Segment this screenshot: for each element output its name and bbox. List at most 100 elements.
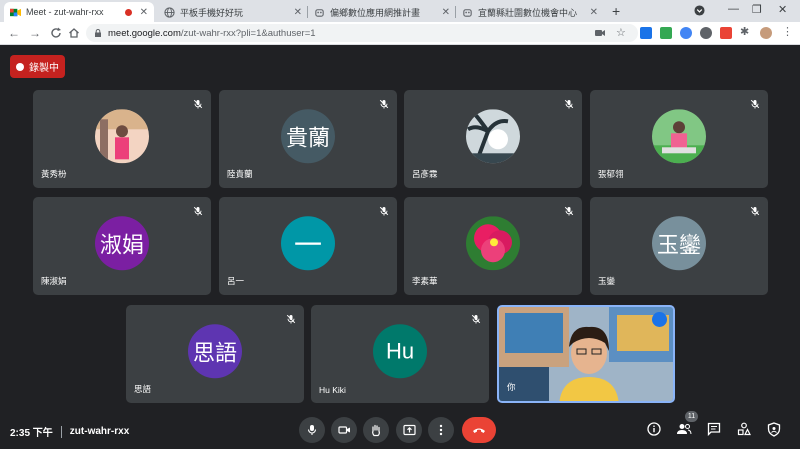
participant-avatar: [466, 216, 520, 271]
tab-title: 平板手機好好玩: [180, 7, 244, 18]
avatar-initials: 一: [293, 229, 322, 261]
avatar-initials: 玉鑾: [656, 232, 701, 258]
extension-2-icon[interactable]: [660, 27, 672, 39]
recording-label: 錄製中: [29, 63, 59, 74]
address-bar[interactable]: meet.google.com/zut-wahr-rxx?pli=1&authu…: [86, 24, 638, 42]
close-tab-icon[interactable]: ✕: [294, 7, 302, 18]
speaking-indicator-icon: [652, 312, 667, 327]
home-icon[interactable]: [68, 27, 80, 39]
participant-name: 張郁翎: [598, 169, 624, 179]
bookmark-star-icon[interactable]: ☆: [616, 26, 628, 39]
participant-tile[interactable]: 一呂一: [219, 197, 397, 295]
camera-button[interactable]: [331, 417, 357, 443]
more-options-button[interactable]: [428, 417, 454, 443]
browser-menu-icon[interactable]: ⋮: [782, 25, 794, 38]
participant-avatar: [95, 109, 149, 164]
leave-call-button[interactable]: [462, 417, 496, 443]
mic-button[interactable]: [299, 417, 325, 443]
tab-4[interactable]: 宜蘭縣壯圍數位機會中心 ✕: [456, 2, 604, 22]
camera-in-use-icon[interactable]: [594, 27, 606, 39]
minimize-icon[interactable]: —: [728, 3, 739, 15]
chat-icon[interactable]: [706, 421, 722, 437]
avatar-initials: 思語: [192, 340, 237, 366]
robot-favicon-icon: [315, 8, 324, 17]
participant-tile[interactable]: 你: [497, 305, 675, 403]
tab-meet[interactable]: Meet - zut-wahr-rxx ✕: [4, 2, 154, 22]
url-host: meet.google.com: [108, 27, 181, 39]
avatar-initials: 貴蘭: [285, 125, 330, 151]
mic-off-icon: [193, 96, 203, 109]
present-button[interactable]: [396, 417, 422, 443]
participant-name: 呂一: [227, 276, 245, 286]
close-window-icon[interactable]: ✕: [778, 3, 787, 16]
new-tab-icon[interactable]: +: [612, 3, 620, 19]
more-icon: [439, 424, 443, 436]
host-controls-icon[interactable]: [766, 421, 782, 437]
mic-off-icon: [750, 96, 760, 109]
participant-count-badge: 11: [685, 411, 698, 422]
participant-tile[interactable]: 呂彥霖: [404, 90, 582, 188]
profile-avatar-icon[interactable]: [760, 27, 772, 39]
tab-title: Meet - zut-wahr-rxx: [26, 7, 104, 17]
tab-title: 宜蘭縣壯圍數位機會中心: [478, 7, 578, 18]
close-tab-icon[interactable]: ✕: [442, 7, 450, 18]
restore-icon[interactable]: ❐: [752, 3, 762, 16]
people-icon[interactable]: [676, 421, 692, 437]
extension-4-icon[interactable]: [700, 27, 712, 39]
participant-avatar: 淑娟: [95, 216, 149, 271]
activities-icon[interactable]: [736, 421, 752, 437]
mic-off-icon: [564, 96, 574, 109]
avatar-initials: Hu: [385, 338, 415, 364]
extension-5-icon[interactable]: [720, 27, 732, 39]
globe-icon: [164, 6, 175, 18]
mic-off-icon: [564, 203, 574, 216]
extensions-puzzle-icon[interactable]: ✱: [740, 25, 752, 38]
participant-name: 思語: [134, 384, 152, 394]
lock-icon: [95, 29, 101, 37]
close-tab-icon[interactable]: ✕: [590, 7, 598, 18]
raise-hand-button[interactable]: [363, 417, 389, 443]
forward-icon[interactable]: →: [29, 26, 41, 40]
participant-name: 玉鑾: [598, 276, 616, 286]
browser-toolbar: ← → meet.google.com/zut-wahr-rxx?pli=1&a…: [0, 22, 800, 45]
extension-3-icon[interactable]: [680, 27, 692, 39]
tab-2[interactable]: 平板手機好好玩 ✕: [158, 2, 308, 22]
participant-name: 李素華: [412, 276, 438, 286]
participant-tile[interactable]: 貴蘭陸貴蘭: [219, 90, 397, 188]
participant-avatar: [466, 109, 520, 164]
tab-title: 偏鄉數位應用網推計畫: [330, 7, 421, 18]
recording-badge[interactable]: 錄製中: [10, 55, 65, 78]
participant-avatar: Hu: [373, 324, 427, 379]
participant-tile[interactable]: 黃秀枌: [33, 90, 211, 188]
recording-icon: [16, 62, 24, 71]
close-tab-icon[interactable]: ✕: [140, 7, 148, 18]
participant-tile[interactable]: 李素華: [404, 197, 582, 295]
recording-dot-icon: [124, 8, 132, 16]
tab-3[interactable]: 偏鄉數位應用網推計畫 ✕: [308, 2, 456, 22]
browser-tab-bar: Meet - zut-wahr-rxx ✕ 平板手機好好玩 ✕ 偏鄉數位應用網推…: [0, 0, 800, 22]
participant-avatar: 玉鑾: [652, 216, 706, 271]
mic-off-icon: [286, 311, 296, 324]
participant-tile[interactable]: 思語 思語: [126, 305, 304, 403]
reload-icon[interactable]: [50, 27, 62, 39]
meeting-time: 2:35 下午: [10, 428, 53, 439]
participant-name: 陳淑娟: [41, 276, 67, 286]
participant-tile[interactable]: 張郁翎: [590, 90, 768, 188]
meet-favicon-icon: [10, 8, 21, 16]
participant-avatar: 貴蘭: [281, 109, 335, 164]
participant-tile[interactable]: 玉鑾 玉鑾: [590, 197, 768, 295]
meeting-details: 2:35 下午 zut-wahr-rxx: [10, 424, 129, 439]
tab-search-icon[interactable]: [694, 5, 705, 16]
extension-1-icon[interactable]: [640, 27, 652, 39]
participant-tile[interactable]: 淑娟陳淑娟: [33, 197, 211, 295]
back-icon[interactable]: ←: [8, 26, 20, 40]
participant-name: 黃秀枌: [41, 169, 67, 179]
participant-tile[interactable]: Hu Hu Kiki: [311, 305, 489, 403]
mic-icon: [307, 425, 317, 435]
participant-name: 陸貴蘭: [227, 169, 253, 179]
end-call-icon: [473, 428, 485, 433]
self-video-feed: [499, 307, 673, 401]
meeting-code[interactable]: zut-wahr-rxx: [70, 426, 129, 437]
divider: [60, 425, 62, 438]
meeting-details-info-icon[interactable]: [646, 421, 662, 437]
